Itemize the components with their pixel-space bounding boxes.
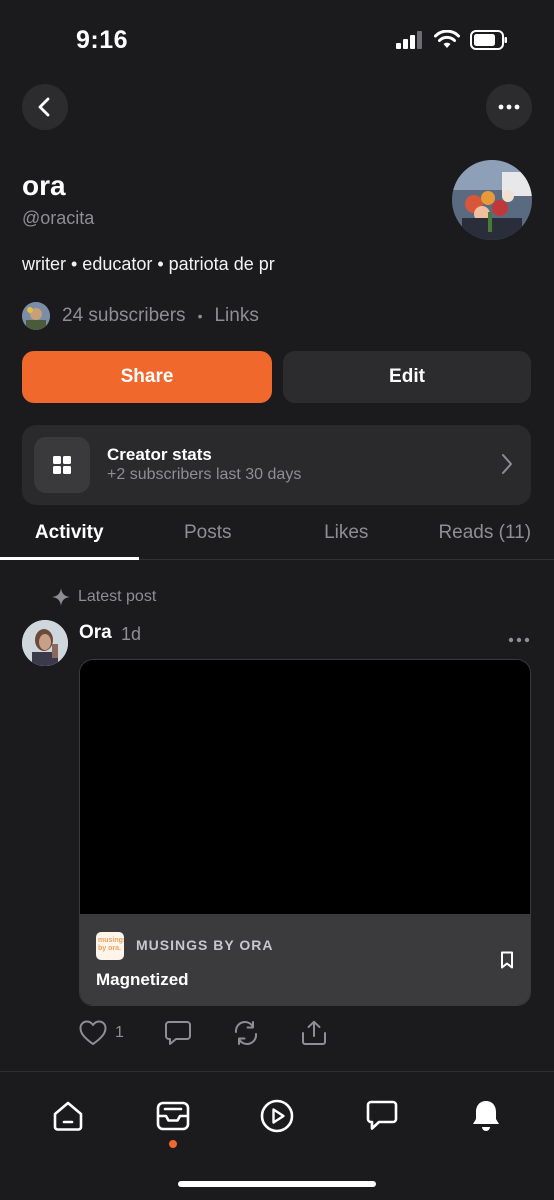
tab-activity[interactable]: Activity [0,510,139,560]
bell-icon [473,1101,499,1131]
links-link[interactable]: Links [214,305,258,327]
nav-inbox[interactable] [151,1094,195,1138]
profile-avatar[interactable] [452,160,532,240]
status-icons [396,30,508,50]
inbox-icon [156,1101,190,1131]
creator-stats-title: Creator stats [107,445,212,464]
profile-tabs: Activity Posts Likes Reads (11) [0,510,554,560]
heart-icon [79,1020,107,1045]
post-actions: 1 [79,1020,368,1046]
sparkle-icon [52,588,70,606]
ellipsis-icon [508,637,530,643]
nav-play[interactable] [255,1094,299,1138]
post-author-avatar[interactable] [22,620,68,666]
creator-stats-subtitle: +2 subscribers last 30 days [107,466,302,483]
post-footer: musings by ora. MUSINGS BY ORA Magnetize… [80,914,530,1005]
chevron-left-icon [38,97,50,117]
play-icon [260,1099,294,1133]
bookmark-icon[interactable] [500,951,514,969]
post-author-name[interactable]: Ora [79,622,112,644]
battery-icon [470,30,507,50]
home-indicator [178,1181,376,1187]
like-button[interactable]: 1 [79,1020,124,1046]
latest-post-label: Latest post [52,588,156,606]
publication-logo: musings by ora. [96,932,124,960]
separator-dot: • [197,308,203,324]
creator-stats-card[interactable]: Creator stats +2 subscribers last 30 day… [22,425,531,505]
profile-name: ora [22,170,66,201]
restack-button[interactable] [232,1020,260,1046]
comment-button[interactable] [164,1020,192,1046]
like-count: 1 [115,1024,124,1041]
latest-post-text: Latest post [78,588,157,605]
subscriber-row: 24 subscribers • Links [22,301,259,331]
inbox-unread-dot [169,1140,177,1148]
home-icon [53,1101,83,1131]
tab-likes[interactable]: Likes [277,510,416,559]
subscriber-count[interactable]: 24 subscribers [62,305,186,327]
post-media[interactable] [80,660,530,914]
nav-chat[interactable] [360,1094,404,1138]
post-timestamp: 1d [121,624,142,644]
publication-name[interactable]: MUSINGS BY ORA [136,937,273,953]
restack-icon [234,1021,257,1045]
avatar-photo [452,160,532,240]
profile-handle: @oracita [22,208,95,228]
tab-reads[interactable]: Reads (11) [416,510,554,559]
chevron-right-icon [502,454,512,474]
nav-home[interactable] [46,1094,90,1138]
signal-icon [396,31,422,49]
more-options-button[interactable] [486,84,532,130]
profile-bio: writer • educator • patriota de pr [22,254,275,274]
share-icon [301,1020,326,1045]
subscriber-avatar [22,302,50,330]
status-time: 9:16 [76,26,129,54]
post-card[interactable]: musings by ora. MUSINGS BY ORA Magnetize… [79,659,531,1006]
share-button[interactable]: Share [22,351,272,403]
edit-button[interactable]: Edit [283,351,531,403]
back-button[interactable] [22,84,68,130]
ellipsis-icon [498,104,520,110]
tab-posts[interactable]: Posts [139,510,278,559]
post-title[interactable]: Magnetized [96,970,189,990]
comment-icon [164,1021,191,1045]
share-post-button[interactable] [300,1020,328,1046]
chat-icon [366,1100,398,1130]
post-more-button[interactable] [508,630,530,648]
wifi-icon [434,30,460,48]
nav-notifications[interactable] [464,1094,508,1138]
bottom-nav [0,1072,554,1200]
grid-icon [34,437,90,493]
